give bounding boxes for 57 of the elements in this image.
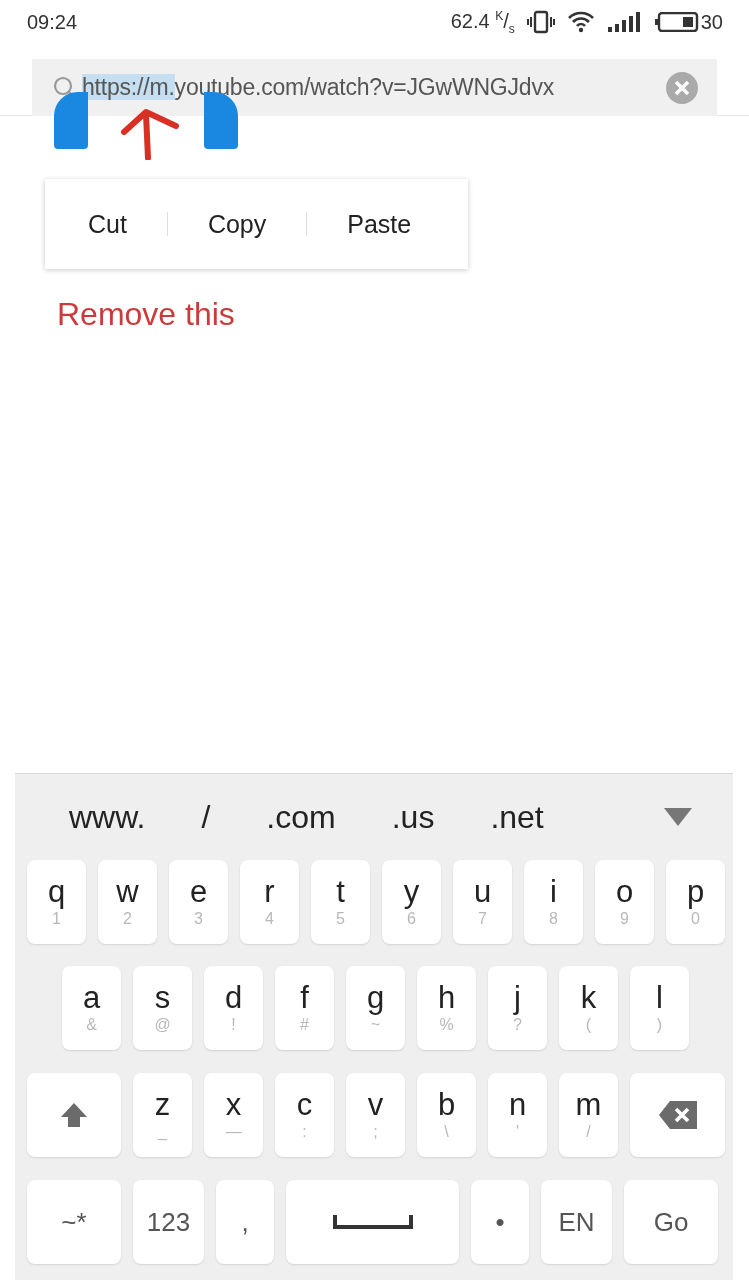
vibrate-icon: [526, 10, 555, 34]
space-key[interactable]: [286, 1180, 459, 1264]
menu-item[interactable]: Copy: [207, 209, 267, 239]
letter-key[interactable]: u 7: [453, 860, 512, 944]
suggestion-chip[interactable]: www.: [55, 798, 160, 836]
letter-key[interactable]: s @: [133, 966, 192, 1050]
shift-icon: [59, 1101, 89, 1129]
letter-key[interactable]: d !: [204, 966, 263, 1050]
letter-key[interactable]: w 2: [98, 860, 157, 944]
wifi-icon: [566, 11, 595, 33]
letter-key[interactable]: l ): [630, 966, 689, 1050]
battery-level: 30: [700, 10, 723, 34]
suggestion-chip[interactable]: .us: [377, 798, 449, 836]
letter-key[interactable]: i 8: [524, 860, 583, 944]
clock-time: 09:24: [27, 10, 78, 34]
clear-icon[interactable]: [665, 70, 699, 105]
letter-key[interactable]: c :: [275, 1073, 334, 1157]
letter-key[interactable]: t 5: [311, 860, 370, 944]
keyboard-key[interactable]: ,: [216, 1180, 274, 1264]
letter-key[interactable]: v ;: [346, 1073, 405, 1157]
letter-key[interactable]: m /: [559, 1073, 618, 1157]
keyboard-key[interactable]: •: [471, 1180, 529, 1264]
letter-key[interactable]: z _: [133, 1073, 192, 1157]
letter-key[interactable]: j ?: [488, 966, 547, 1050]
letter-key[interactable]: a &: [62, 966, 121, 1050]
selected-text: https://m.: [82, 74, 175, 100]
letter-key[interactable]: k (: [559, 966, 618, 1050]
letter-key[interactable]: b \: [417, 1073, 476, 1157]
keyboard-key[interactable]: ~*: [27, 1180, 121, 1264]
signal-icon: [606, 12, 643, 32]
keyboard-key[interactable]: 123: [133, 1180, 204, 1264]
keyboard-key[interactable]: EN: [541, 1180, 612, 1264]
annotation-text: Remove this: [57, 296, 235, 333]
suggestion-chip[interactable]: /: [187, 798, 225, 836]
letter-key[interactable]: x —: [204, 1073, 263, 1157]
menu-item[interactable]: Paste: [347, 209, 412, 239]
letter-key[interactable]: y 6: [382, 860, 441, 944]
letter-key[interactable]: p 0: [666, 860, 725, 944]
network-speed: 62.4 $^{K}$/$_{s}$: [450, 8, 515, 36]
letter-key[interactable]: n ': [488, 1073, 547, 1157]
suggestion-chip[interactable]: .net: [476, 798, 558, 836]
backspace-key[interactable]: [630, 1073, 725, 1157]
letter-key[interactable]: q 1: [27, 860, 86, 944]
letter-key[interactable]: g ~: [346, 966, 405, 1050]
suggestion-chip[interactable]: .com: [252, 798, 350, 836]
space-icon: [332, 1215, 413, 1229]
letter-key[interactable]: e 3: [169, 860, 228, 944]
menu-item[interactable]: Cut: [88, 209, 127, 239]
backspace-icon: [657, 1100, 698, 1130]
letter-key[interactable]: o 9: [595, 860, 654, 944]
collapse-icon[interactable]: [663, 807, 693, 827]
shift-key[interactable]: [27, 1073, 121, 1157]
letter-key[interactable]: f #: [275, 966, 334, 1050]
letter-key[interactable]: r 4: [240, 860, 299, 944]
battery-icon: [654, 12, 699, 32]
letter-key[interactable]: h %: [417, 966, 476, 1050]
keyboard-key[interactable]: Go: [624, 1180, 718, 1264]
